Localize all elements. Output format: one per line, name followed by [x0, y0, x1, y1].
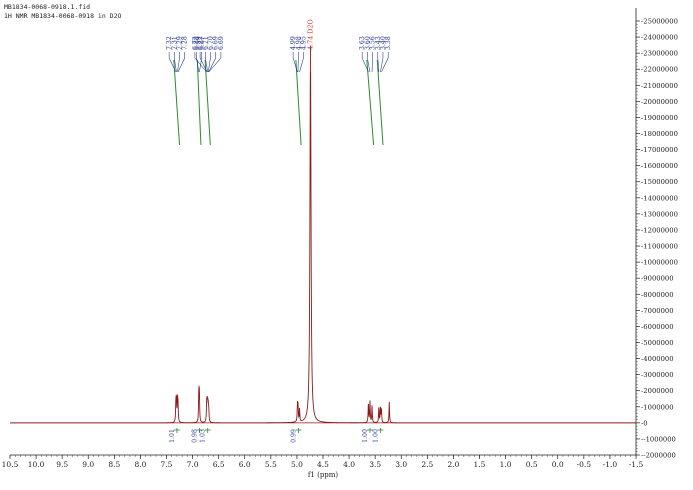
integral-value-label: 0.99	[290, 429, 297, 443]
integral-labels: 1.01 0.98 1.03 0.99 1.00 1.00	[169, 428, 384, 443]
y-tick-label: -21000000	[641, 82, 678, 90]
x-tick-label: 6.5	[213, 460, 225, 469]
y-tick-label: -0	[641, 419, 648, 427]
x-tick-label: 10.5	[2, 460, 19, 469]
x-tick-label: 5.0	[291, 460, 303, 469]
y-tick-label: -3000000	[641, 371, 674, 379]
x-tick-label: -0.5	[577, 460, 592, 469]
y-tick-label: -12000000	[641, 226, 678, 234]
spectrum-line	[10, 45, 636, 424]
peak-labels: 7.327.317.297.28 6.886.876.736.726.716.70…	[166, 19, 392, 73]
y-tick-label: -4000000	[641, 355, 674, 363]
x-tick-label: 0.0	[552, 460, 564, 469]
y-tick-label: -19000000	[641, 114, 678, 122]
x-tick-label: 6.0	[239, 460, 251, 469]
peak-label: 3.38	[385, 36, 392, 50]
x-tick-label: 3.0	[395, 460, 407, 469]
x-tick-label: 9.0	[82, 460, 94, 469]
y-tick-label: -14000000	[641, 194, 678, 202]
y-tick-label: -18000000	[641, 130, 678, 138]
x-tick-label: 9.5	[56, 460, 68, 469]
integral-value-label: 1.00	[362, 429, 369, 443]
y-tick-label: -6000000	[641, 323, 674, 331]
spectrum-trace	[10, 45, 636, 424]
x-tick-label: 3.5	[369, 460, 381, 469]
x-tick-label: -1.0	[603, 460, 618, 469]
y-tick-label: --1000000	[641, 435, 676, 443]
x-tick-label: 8.0	[134, 460, 146, 469]
y-tick-label: -25000000	[641, 18, 678, 26]
y-tick-label: -23000000	[641, 50, 678, 58]
x-tick-label: 5.5	[265, 460, 277, 469]
solvent-peak-label: 4.74 D2O	[306, 19, 314, 50]
axes: 10.5 10.0 9.5 9.0 8.5 8.0 7.5 7.0 6.5 6.0 5.5 5.0 4.…	[2, 8, 678, 479]
integral-curve	[295, 59, 302, 146]
y-tick-label: -2000000	[641, 387, 674, 395]
y-tick-label: -24000000	[641, 34, 678, 42]
peak-label-leader	[371, 52, 373, 73]
x-tick-label: 2.0	[447, 460, 459, 469]
nmr-spectrum-plot: 7.327.317.297.28 6.886.876.736.726.716.70…	[2, 8, 678, 479]
x-tick-label: -1.5	[629, 460, 644, 469]
integral-value-label: 1.01	[169, 429, 176, 443]
y-tick-label: -13000000	[641, 210, 678, 218]
y-tick-label: -9000000	[641, 275, 674, 283]
y-tick-label: -1000000	[641, 403, 674, 411]
y-tick-label: -5000000	[641, 339, 674, 347]
peak-label-leader	[299, 52, 304, 73]
peak-label-leader	[199, 52, 202, 73]
peak-label: 7.28	[182, 36, 189, 50]
x-tick-label: 4.0	[343, 460, 355, 469]
y-tick-label: --2000000	[641, 452, 676, 460]
integral-curves	[173, 59, 384, 146]
x-axis-label: f1 (ppm)	[308, 471, 339, 479]
y-tick-label: -20000000	[641, 98, 678, 106]
y-tick-label: -10000000	[641, 259, 678, 267]
y-tick-label: -16000000	[641, 162, 678, 170]
peak-label: 6.69	[218, 36, 225, 50]
x-tick-label: 7.5	[161, 460, 173, 469]
integral-curve	[204, 59, 211, 146]
x-tick-label: 8.5	[108, 460, 120, 469]
y-tick-label: -8000000	[641, 291, 674, 299]
y-tick-label: -11000000	[641, 243, 678, 251]
x-tick-label: 7.0	[187, 460, 199, 469]
integral-curve	[196, 59, 202, 146]
peak-label-leader	[292, 52, 298, 73]
y-tick-label: -7000000	[641, 307, 674, 315]
x-tick-label: 0.5	[526, 460, 538, 469]
x-tick-label: 2.5	[421, 460, 433, 469]
y-tick-label: -15000000	[641, 178, 678, 186]
y-tick-label: -22000000	[641, 66, 678, 74]
integral-curve	[173, 59, 181, 146]
x-tick-label: 1.5	[474, 460, 486, 469]
integral-curve	[366, 59, 375, 146]
y-tick-label: -17000000	[641, 146, 678, 154]
x-tick-label: 4.5	[317, 460, 329, 469]
integral-value-label: 0.98	[191, 429, 198, 443]
integral-value-label: 1.00	[372, 429, 379, 443]
x-tick-label: 1.0	[500, 460, 512, 469]
x-tick-label: 10.0	[28, 460, 45, 469]
integral-curve	[376, 59, 384, 146]
integral-value-label: 1.03	[200, 429, 207, 443]
